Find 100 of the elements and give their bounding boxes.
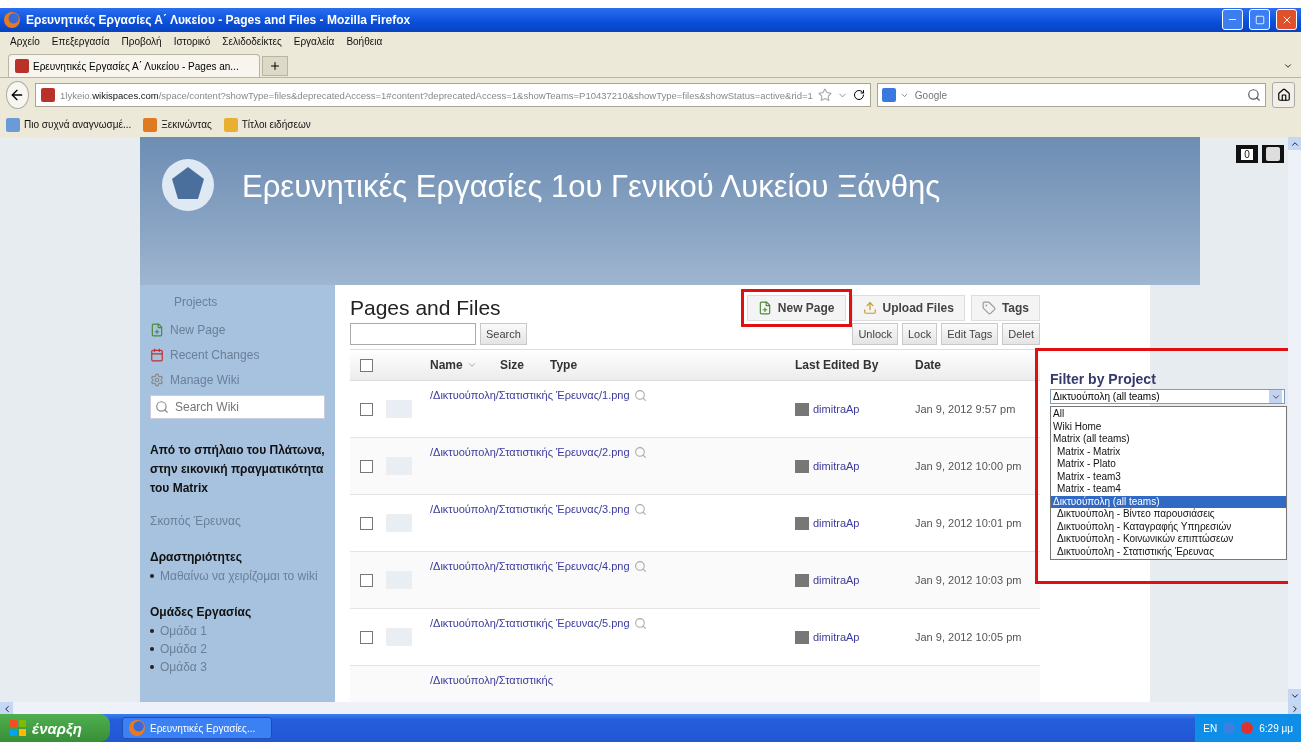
column-header[interactable]: Date (915, 358, 941, 372)
dropdown-option[interactable]: Matrix (all teams) (1051, 433, 1286, 446)
avatar-icon (795, 630, 809, 644)
page-title: Pages and Files (350, 296, 502, 320)
file-link[interactable]: /Δικτυούπολη/Στατιστικής Έρευνας/4.png (430, 560, 630, 572)
maximize-button[interactable] (1249, 9, 1270, 31)
search-field[interactable]: Google (876, 83, 1267, 107)
section-heading: Ομάδες Εργασίας (150, 604, 253, 621)
dropdown-option[interactable]: Matrix - team3 (1051, 470, 1286, 483)
file-link[interactable]: /Δικτυούπολη/Στατιστικής Έρευνας/3.png (430, 503, 630, 515)
windows-logo-icon (10, 720, 26, 736)
search-field[interactable] (350, 323, 476, 345)
toolbar-button[interactable]: Delet (1002, 323, 1040, 345)
file-link[interactable]: /Δικτυούπολη/Στατιστικής Έρευνας/1.png (430, 389, 630, 401)
menu-item[interactable]: Βοήθεια (346, 36, 383, 47)
tab-list-icon (1283, 61, 1293, 71)
maximize-icon (1254, 14, 1265, 25)
dropdown-option[interactable]: Wiki Home (1051, 420, 1286, 433)
user-link[interactable]: dimitraAp (813, 517, 860, 529)
file-link[interactable]: /Δικτυούπολη/Στατιστικής (430, 674, 553, 686)
dropdown-option[interactable]: Δικτυούπολη - Στατιστικής Έρευνας (1051, 545, 1286, 558)
dropdown-option[interactable]: Δικτυούπολη - Βίντεο παρουσιάσεις (1051, 508, 1286, 521)
dropdown-option[interactable]: Δικτυούπολη (all teams) (1051, 495, 1286, 508)
bookmark-icon (6, 117, 20, 132)
menu-item[interactable]: Ιστορικό (173, 36, 211, 47)
browser-icon (129, 720, 145, 736)
section-heading: Από το σπήλαιο του Πλάτωνα, στην εικονική πραγματικότητα του Matrix (150, 442, 325, 497)
row-checkbox[interactable] (360, 402, 373, 416)
action-button[interactable]: Upload Files (851, 295, 965, 321)
dropdown-option[interactable]: Matrix - Matrix (1051, 445, 1286, 458)
toolbar-button[interactable]: Lock (902, 323, 938, 345)
new-tab-button[interactable] (262, 56, 288, 76)
row-checkbox[interactable] (360, 630, 373, 644)
column-header[interactable]: Size (500, 358, 524, 372)
column-header[interactable]: Last Edited By (795, 358, 879, 372)
dropdown-option[interactable]: Δικτυούπολη - Κοινωνικών επιπτώσεων (1051, 533, 1286, 546)
section-heading: Δραστηριότητες (150, 549, 244, 566)
file-link[interactable]: /Δικτυούπολη/Στατιστικής Έρευνας/2.png (430, 446, 630, 458)
magnifier-icon (633, 503, 647, 516)
bookmark-icon (223, 117, 238, 132)
toolbar-button[interactable]: Unlock (852, 323, 898, 345)
filter-label: Filter by Project (1050, 371, 1157, 387)
row-checkbox[interactable] (360, 573, 373, 587)
address-bar[interactable]: 1lykeio.wikispaces.com/space/content?showType=files&deprecatedAccess=1#content?deprecatedAccess=1&showTeams=P10437210&showType=files&showStatus=active&rid=1 (35, 83, 871, 107)
document-plus-icon (150, 322, 164, 337)
user-link[interactable]: dimitraAp (813, 574, 860, 586)
menu-item[interactable]: Επεξεργασία (51, 36, 110, 47)
row-checkbox[interactable] (360, 459, 373, 473)
calendar-icon (150, 347, 164, 362)
browser-tab[interactable]: Ερευνητικές Εργασίες Α΄ Λυκείου - Pages an... (8, 54, 260, 77)
user-link[interactable]: dimitraAp (813, 460, 860, 472)
bookmark-link[interactable]: Τίτλοι ειδήσεων (223, 117, 311, 132)
count-badge: 0 (1236, 145, 1258, 163)
menu-item[interactable]: Σελιδοδείκτες (222, 36, 282, 47)
action-button[interactable]: Tags (970, 295, 1040, 321)
search-field[interactable]: Search Wiki (150, 395, 325, 419)
toolbar-button[interactable]: Edit Tags (941, 323, 999, 345)
column-header[interactable]: Type (550, 358, 578, 372)
user-link[interactable]: dimitraAp (813, 403, 860, 415)
document-plus-icon (757, 301, 772, 315)
file-link[interactable]: /Δικτυούπολη/Στατιστικής Έρευνας/5.png (430, 617, 630, 629)
select-all-checkbox[interactable] (360, 358, 373, 372)
avatar-icon (795, 573, 809, 587)
horizontal-scrollbar[interactable] (0, 702, 1301, 714)
magnifier-icon (633, 560, 647, 573)
dropdown-option[interactable]: Matrix - team4 (1051, 483, 1286, 496)
avatar-icon (795, 516, 809, 530)
menu-item[interactable]: Εργαλεία (293, 36, 335, 47)
user-link[interactable]: dimitraAp (813, 631, 860, 643)
search-engine-icon (881, 88, 896, 102)
bookmark-link[interactable]: Ξεκινώντας (143, 117, 212, 132)
browser-icon (4, 11, 20, 28)
menu-item[interactable]: Αρχείο (10, 36, 40, 47)
bookmark-link[interactable]: Πιο συχνά αναγνωσμέ... (6, 117, 132, 132)
star-icon (817, 88, 832, 102)
column-header[interactable]: Name (430, 358, 463, 372)
search-icon (1247, 88, 1262, 102)
dropdown-option[interactable]: All (1051, 408, 1286, 421)
search-input[interactable]: Google (912, 88, 1244, 102)
window-title: Ερευνητικές Εργασίες Α΄ Λυκείου - Pages and Files - Mozilla Firefox (26, 12, 412, 27)
dropdown-option[interactable]: Matrix - Plato (1051, 458, 1286, 471)
date-text: Jan 9, 2012 10:03 pm (915, 574, 1022, 586)
action-button[interactable]: New Page (746, 295, 846, 321)
search-icon (155, 400, 169, 414)
tag-icon (981, 301, 996, 315)
dropdown-option[interactable]: Δικτυούπολη - Καταγραφής Υπηρεσιών (1051, 520, 1286, 533)
vertical-scrollbar[interactable] (1288, 137, 1301, 702)
row-checkbox[interactable] (360, 516, 373, 530)
minimize-button[interactable] (1222, 9, 1243, 31)
date-text: Jan 9, 2012 9:57 pm (915, 403, 1016, 415)
project-select[interactable]: Δικτυούπολη (all teams) (1050, 389, 1285, 404)
search-button[interactable]: Search (480, 323, 527, 345)
back-button[interactable] (6, 81, 29, 109)
taskbar-button[interactable]: Ερευνητικές Εργασίες... (122, 717, 272, 739)
magnifier-icon (633, 389, 647, 402)
gear-icon (150, 372, 164, 387)
close-button[interactable] (1276, 9, 1297, 31)
home-button[interactable] (1272, 82, 1295, 108)
menu-item[interactable]: Προβολή (121, 36, 162, 47)
site-icon (41, 88, 55, 102)
